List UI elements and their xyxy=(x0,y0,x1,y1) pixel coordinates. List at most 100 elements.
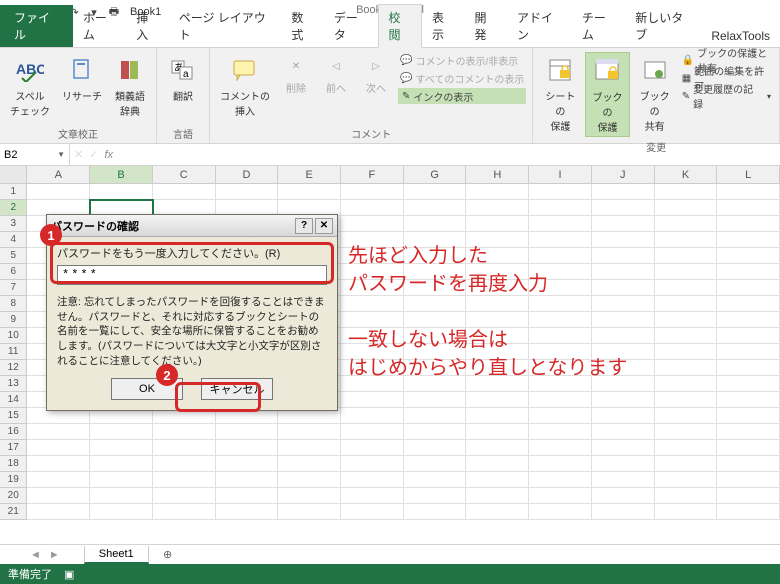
cell[interactable] xyxy=(717,216,780,232)
cell[interactable] xyxy=(90,472,153,488)
prev-comment-button[interactable]: ◁ 前へ xyxy=(318,52,354,124)
cell[interactable] xyxy=(404,504,467,520)
row-header[interactable]: 18 xyxy=(0,456,27,472)
cell[interactable] xyxy=(717,344,780,360)
col-header[interactable]: F xyxy=(341,166,404,184)
cell[interactable] xyxy=(404,408,467,424)
show-ink[interactable]: ✎インクの表示 xyxy=(398,88,526,104)
tab-team[interactable]: チーム xyxy=(572,5,625,47)
cell[interactable] xyxy=(153,456,216,472)
cell[interactable] xyxy=(529,232,592,248)
row-header[interactable]: 4 xyxy=(0,232,27,248)
cell[interactable] xyxy=(592,296,655,312)
cell[interactable] xyxy=(404,456,467,472)
protect-workbook-button[interactable]: ブックの 保護 xyxy=(585,52,629,137)
enter-formula-icon[interactable]: ✓ xyxy=(89,148,98,161)
cell[interactable] xyxy=(592,312,655,328)
tab-pagelayout[interactable]: ページ レイアウト xyxy=(169,5,282,47)
cell[interactable] xyxy=(216,440,279,456)
track-changes[interactable]: ✎変更履歴の記録▾ xyxy=(680,88,773,104)
cell[interactable] xyxy=(466,392,529,408)
thesaurus-button[interactable]: 類義語 辞典 xyxy=(110,52,150,124)
dialog-help-button[interactable]: ? xyxy=(295,218,313,234)
namebox-dropdown-icon[interactable]: ▼ xyxy=(57,150,65,159)
cell[interactable] xyxy=(655,328,718,344)
row-header[interactable]: 7 xyxy=(0,280,27,296)
cell[interactable] xyxy=(341,408,404,424)
cell[interactable] xyxy=(153,440,216,456)
cell[interactable] xyxy=(655,472,718,488)
tab-insert[interactable]: 挿入 xyxy=(126,5,168,47)
cell[interactable] xyxy=(592,232,655,248)
delete-comment-button[interactable]: ✕ 削除 xyxy=(278,52,314,124)
translate-button[interactable]: あa 翻訳 xyxy=(163,52,203,124)
cell[interactable] xyxy=(27,184,90,200)
cell[interactable] xyxy=(655,376,718,392)
cell[interactable] xyxy=(592,440,655,456)
cell[interactable] xyxy=(216,456,279,472)
cell[interactable] xyxy=(90,456,153,472)
tab-view[interactable]: 表示 xyxy=(422,5,464,47)
cell[interactable] xyxy=(341,440,404,456)
cell[interactable] xyxy=(341,184,404,200)
cell[interactable] xyxy=(90,184,153,200)
row-header[interactable]: 9 xyxy=(0,312,27,328)
cell[interactable] xyxy=(27,440,90,456)
cell[interactable] xyxy=(466,472,529,488)
cell[interactable] xyxy=(529,312,592,328)
dialog-titlebar[interactable]: パスワードの確認 ? ✕ xyxy=(47,215,337,237)
cell[interactable] xyxy=(466,200,529,216)
select-all-corner[interactable] xyxy=(0,166,27,184)
cell[interactable] xyxy=(592,408,655,424)
cell[interactable] xyxy=(717,488,780,504)
row-header[interactable]: 14 xyxy=(0,392,27,408)
cell[interactable] xyxy=(529,408,592,424)
cell[interactable] xyxy=(592,328,655,344)
cell[interactable] xyxy=(341,216,404,232)
cell[interactable] xyxy=(27,504,90,520)
cell[interactable] xyxy=(341,456,404,472)
cell[interactable] xyxy=(404,200,467,216)
cancel-formula-icon[interactable]: ✕ xyxy=(74,148,83,161)
cell[interactable] xyxy=(278,472,341,488)
cell[interactable] xyxy=(27,472,90,488)
add-sheet-button[interactable]: ⊕ xyxy=(159,546,177,564)
cell[interactable] xyxy=(655,344,718,360)
cell[interactable] xyxy=(404,392,467,408)
cell[interactable] xyxy=(153,472,216,488)
col-header[interactable]: H xyxy=(466,166,529,184)
cell[interactable] xyxy=(404,296,467,312)
cell[interactable] xyxy=(717,376,780,392)
sheet-nav-next-icon[interactable]: ► xyxy=(49,549,60,561)
col-header[interactable]: C xyxy=(153,166,216,184)
cell[interactable] xyxy=(717,472,780,488)
cell[interactable] xyxy=(529,200,592,216)
cell[interactable] xyxy=(655,296,718,312)
row-header[interactable]: 15 xyxy=(0,408,27,424)
cell[interactable] xyxy=(216,488,279,504)
dialog-close-button[interactable]: ✕ xyxy=(315,218,333,234)
col-header[interactable]: I xyxy=(529,166,592,184)
cell[interactable] xyxy=(717,440,780,456)
cell[interactable] xyxy=(592,200,655,216)
cell[interactable] xyxy=(529,456,592,472)
protect-sheet-button[interactable]: シートの 保護 xyxy=(539,52,581,137)
cell[interactable] xyxy=(717,264,780,280)
cell[interactable] xyxy=(278,184,341,200)
cell[interactable] xyxy=(717,200,780,216)
cell[interactable] xyxy=(404,472,467,488)
cell[interactable] xyxy=(655,424,718,440)
cell[interactable] xyxy=(717,296,780,312)
cell[interactable] xyxy=(529,328,592,344)
cell[interactable] xyxy=(717,424,780,440)
cell[interactable] xyxy=(529,392,592,408)
row-header[interactable]: 1 xyxy=(0,184,27,200)
cell[interactable] xyxy=(90,488,153,504)
row-header[interactable]: 8 xyxy=(0,296,27,312)
tab-relaxtools[interactable]: RelaxTools xyxy=(701,25,780,47)
cell[interactable] xyxy=(529,248,592,264)
cell[interactable] xyxy=(655,200,718,216)
cell[interactable] xyxy=(655,280,718,296)
cell[interactable] xyxy=(655,216,718,232)
row-header[interactable]: 5 xyxy=(0,248,27,264)
